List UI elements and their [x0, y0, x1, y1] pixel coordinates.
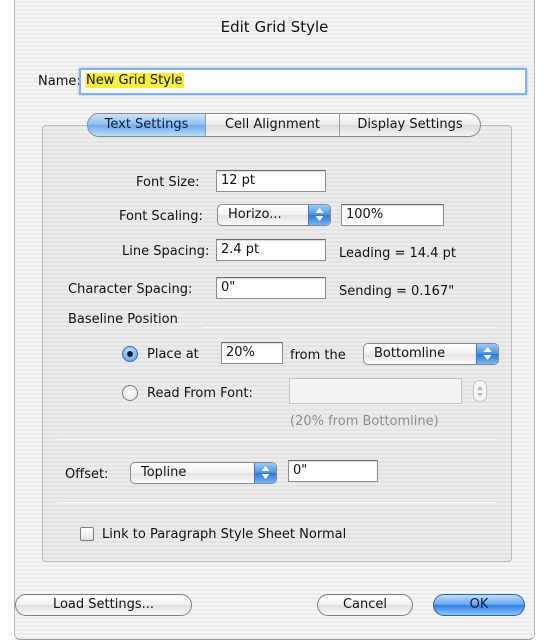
link-checkbox[interactable] — [80, 527, 94, 541]
place-at-radio[interactable] — [122, 346, 138, 362]
font-scaling-label: Font Scaling: — [119, 209, 203, 224]
edit-grid-style-dialog: Edit Grid Style Name: New Grid Style Tex… — [14, 0, 535, 640]
up-down-arrows-icon — [476, 344, 498, 364]
name-field[interactable]: New Grid Style — [79, 68, 527, 95]
character-spacing-label: Character Spacing: — [68, 282, 193, 297]
offset-popup[interactable]: Topline — [130, 462, 277, 484]
offset-field[interactable]: 0" — [288, 460, 378, 482]
from-the-popup[interactable]: Bottomline — [363, 343, 499, 365]
read-from-font-label: Read From Font: — [147, 386, 253, 401]
font-scaling-popup[interactable]: Horizo... — [217, 204, 331, 226]
up-down-arrows-icon — [473, 380, 487, 402]
read-from-font-radio[interactable] — [122, 385, 138, 401]
place-at-label: Place at — [147, 347, 199, 362]
ok-button[interactable]: OK — [433, 594, 525, 616]
up-down-arrows-icon — [308, 205, 330, 225]
link-checkbox-label: Link to Paragraph Style Sheet Normal — [102, 527, 347, 542]
name-label: Name: — [38, 74, 81, 89]
offset-divider-bottom — [57, 502, 497, 503]
baseline-position-heading: Baseline Position — [68, 312, 178, 327]
read-from-font-field — [289, 378, 462, 404]
from-the-label: from the — [290, 348, 346, 363]
offset-label: Offset: — [65, 467, 109, 482]
place-at-field[interactable]: 20% — [221, 342, 283, 364]
font-size-label: Font Size: — [136, 175, 200, 190]
line-spacing-field[interactable]: 2.4 pt — [216, 239, 326, 261]
sending-info: Sending = 0.167" — [339, 284, 455, 299]
tab-cell-alignment[interactable]: Cell Alignment — [206, 114, 340, 136]
dialog-title: Edit Grid Style — [220, 18, 329, 36]
load-settings-button[interactable]: Load Settings... — [15, 594, 192, 616]
offset-divider-top — [57, 439, 497, 440]
offset-popup-value: Topline — [141, 465, 187, 480]
character-spacing-field[interactable]: 0" — [216, 277, 326, 299]
name-value: New Grid Style — [85, 73, 184, 88]
font-size-field[interactable]: 12 pt — [216, 170, 326, 192]
cancel-button[interactable]: Cancel — [317, 594, 413, 616]
tab-display-settings[interactable]: Display Settings — [340, 114, 480, 136]
tab-bar: Text Settings Cell Alignment Display Set… — [87, 113, 481, 137]
radio-selected-dot — [127, 351, 133, 357]
line-spacing-label: Line Spacing: — [122, 244, 210, 259]
leading-info: Leading = 14.4 pt — [339, 246, 456, 261]
tab-text-settings[interactable]: Text Settings — [88, 114, 206, 136]
font-scaling-popup-value: Horizo... — [228, 207, 282, 222]
font-scaling-field[interactable]: 100% — [341, 204, 444, 226]
baseline-divider — [203, 327, 497, 328]
up-down-arrows-icon — [254, 463, 276, 483]
from-the-popup-value: Bottomline — [374, 346, 446, 361]
read-from-font-hint: (20% from Bottomline) — [290, 414, 439, 429]
